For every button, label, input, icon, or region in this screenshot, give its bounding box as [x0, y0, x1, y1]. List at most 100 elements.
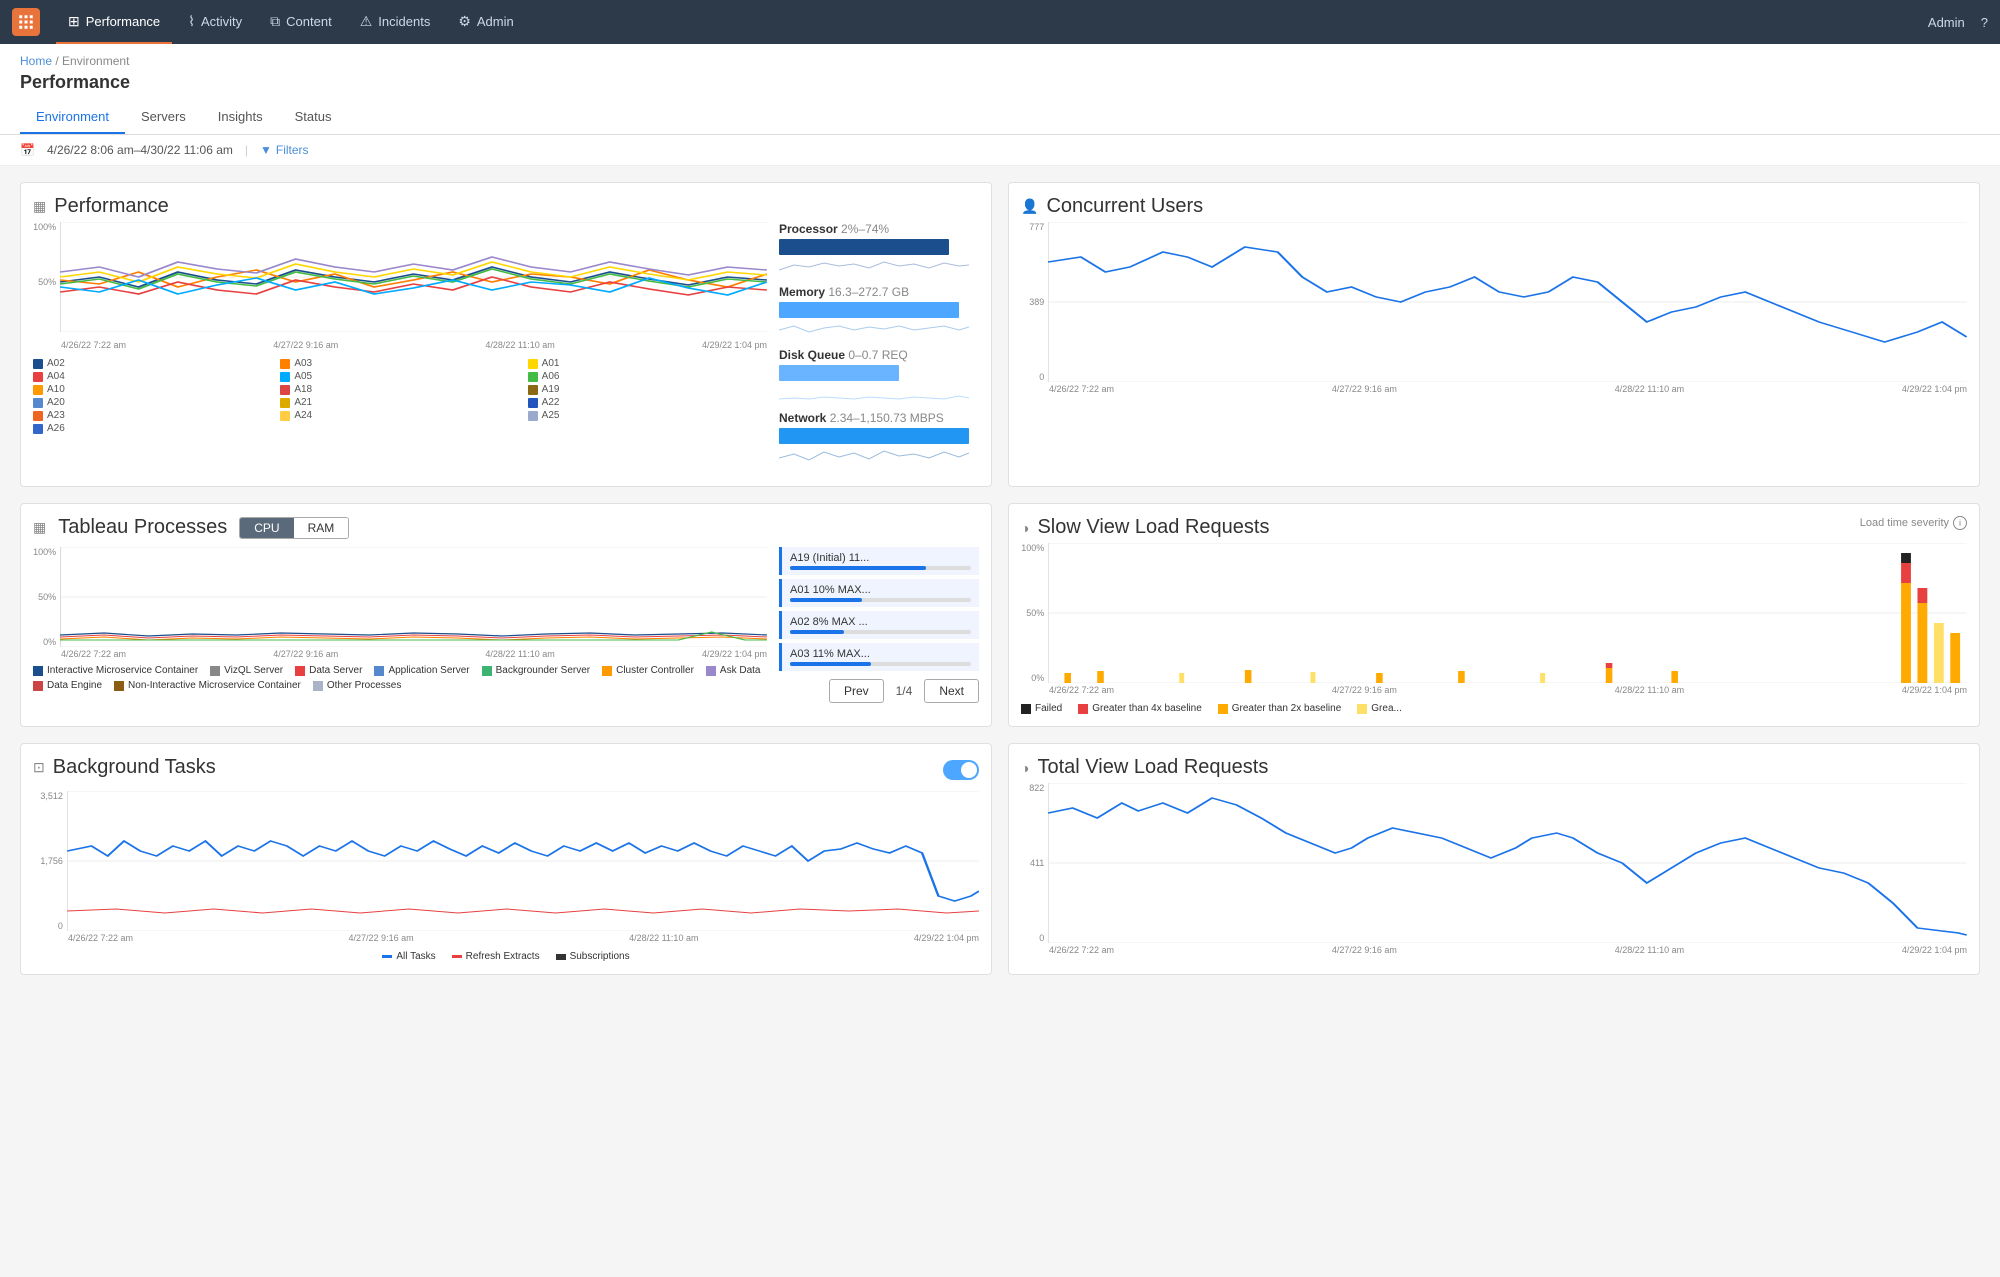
- tableau-processes-icon: ▦: [33, 519, 46, 536]
- nav-item-incidents[interactable]: ⚠ Incidents: [348, 0, 443, 44]
- filters-button[interactable]: ▼ Filters: [260, 143, 309, 157]
- help-icon[interactable]: ?: [1981, 15, 1988, 30]
- breadcrumb-home[interactable]: Home: [20, 54, 52, 68]
- admin-user-label[interactable]: Admin: [1928, 15, 1965, 30]
- slow-view-legend: Failed Greater than 4x baseline Greater …: [1021, 703, 1967, 714]
- tab-servers[interactable]: Servers: [125, 101, 202, 134]
- disk-metric: Disk Queue 0–0.7 REQ: [779, 348, 979, 401]
- filter-divider: |: [245, 143, 248, 157]
- nav-item-performance[interactable]: ⊞ Performance: [56, 0, 172, 44]
- total-view-svg: [1048, 783, 1967, 943]
- legend-item: A23: [33, 410, 272, 421]
- slow-view-load-card: ◑ Slow View Load Requests Load time seve…: [1008, 503, 1980, 727]
- slow-view-icon: ◑: [1021, 520, 1029, 536]
- date-range[interactable]: 4/26/22 8:06 am–4/30/22 11:06 am: [47, 143, 233, 157]
- tableau-processes-card: ▦ Tableau Processes CPU RAM 100% 50% 0%: [20, 503, 992, 727]
- process-list: A19 (Initial) 11... A01 10% MAX... A02 8…: [779, 547, 979, 703]
- breadcrumb: Home / Environment: [20, 54, 1980, 68]
- page-title: Performance: [20, 72, 1980, 93]
- background-tasks-card: ⊡ Background Tasks 3,512 1,756 0: [20, 743, 992, 975]
- legend-item: A25: [528, 410, 767, 421]
- memory-metric: Memory 16.3–272.7 GB: [779, 285, 979, 338]
- concurrent-card-title: 👤 Concurrent Users: [1021, 195, 1967, 218]
- activity-nav-icon: ⌇: [188, 13, 195, 30]
- concurrent-svg: [1048, 222, 1967, 382]
- nav-right: Admin ?: [1928, 15, 1988, 30]
- performance-inner: 100% 50%: [33, 222, 979, 474]
- legend-item: A20: [33, 397, 272, 408]
- bg-tasks-icon: ⊡: [33, 759, 45, 776]
- legend-item: A02: [33, 358, 272, 369]
- background-tasks-toggle[interactable]: [943, 760, 979, 780]
- list-item: A03 11% MAX...: [779, 643, 979, 671]
- process-legend: Interactive Microservice Container VizQL…: [33, 665, 767, 691]
- cpu-button[interactable]: CPU: [240, 518, 293, 538]
- legend-item: A05: [280, 371, 519, 382]
- concurrent-users-card: 👤 Concurrent Users 777 389 0 4/26/22 7:2…: [1008, 182, 1980, 487]
- legend-item: A26: [33, 423, 272, 434]
- legend-item: A22: [528, 397, 767, 408]
- background-tasks-header: ⊡ Background Tasks: [33, 756, 979, 783]
- content-nav-icon: ⧉: [270, 13, 280, 30]
- page-header: Home / Environment Performance Environme…: [0, 44, 2000, 135]
- performance-metrics-side: Processor 2%–74% Memory 16.3–272.7 GB Di…: [779, 222, 979, 474]
- performance-legend: A02 A03 A01 A04 A05 A06 A10 A18 A19 A20 …: [33, 358, 767, 434]
- tab-environment[interactable]: Environment: [20, 101, 125, 134]
- nav-items: ⊞ Performance ⌇ Activity ⧉ Content ⚠ Inc…: [56, 0, 1928, 44]
- slow-view-svg: [1048, 543, 1967, 683]
- filter-bar: 📅 4/26/22 8:06 am–4/30/22 11:06 am | ▼ F…: [0, 135, 2000, 166]
- legend-item: A01: [528, 358, 767, 369]
- performance-card: ▦ Performance 100% 50%: [20, 182, 992, 487]
- legend-item: A21: [280, 397, 519, 408]
- ram-button[interactable]: RAM: [294, 518, 349, 538]
- prev-button[interactable]: Prev: [829, 679, 884, 703]
- legend-item: A18: [280, 384, 519, 395]
- nav-item-activity[interactable]: ⌇ Activity: [176, 0, 254, 44]
- concurrent-icon: 👤: [1021, 198, 1038, 215]
- tableau-processes-header: ▦ Tableau Processes CPU RAM: [33, 516, 979, 539]
- legend-item: A19: [528, 384, 767, 395]
- pagination: Prev 1/4 Next: [779, 679, 979, 703]
- pagination-info: 1/4: [896, 684, 913, 698]
- legend-item: A10: [33, 384, 272, 395]
- next-button[interactable]: Next: [924, 679, 979, 703]
- performance-svg: [60, 222, 767, 332]
- filter-funnel-icon: ▼: [260, 143, 272, 157]
- list-item: A02 8% MAX ...: [779, 611, 979, 639]
- performance-card-title: ▦ Performance: [33, 195, 979, 218]
- tableau-chart-svg: [60, 547, 767, 647]
- total-view-card-title: ◑ Total View Load Requests: [1021, 756, 1967, 779]
- breadcrumb-section: Environment: [62, 54, 129, 68]
- performance-card-icon: ▦: [33, 198, 46, 215]
- page-tabs: Environment Servers Insights Status: [20, 101, 1980, 134]
- list-item: A19 (Initial) 11...: [779, 547, 979, 575]
- legend-item: A03: [280, 358, 519, 369]
- load-severity: Load time severity i: [1860, 516, 1967, 530]
- main-content: ▦ Performance 100% 50%: [0, 166, 2000, 991]
- list-item: A01 10% MAX...: [779, 579, 979, 607]
- tab-status[interactable]: Status: [279, 101, 348, 134]
- bg-tasks-legend: All Tasks Refresh Extracts Subscriptions: [33, 951, 979, 962]
- bg-tasks-svg: [67, 791, 979, 931]
- top-navigation: ⊞ Performance ⌇ Activity ⧉ Content ⚠ Inc…: [0, 0, 2000, 44]
- legend-item: A24: [280, 410, 519, 421]
- performance-nav-icon: ⊞: [68, 13, 80, 30]
- network-metric: Network 2.34–1,150.73 MBPS: [779, 411, 979, 464]
- total-view-load-card: ◑ Total View Load Requests 822 411 0 4/2…: [1008, 743, 1980, 975]
- nav-item-admin[interactable]: ⚙ Admin: [446, 0, 525, 44]
- incidents-nav-icon: ⚠: [360, 13, 373, 30]
- nav-item-content[interactable]: ⧉ Content: [258, 0, 344, 44]
- tableau-processes-chart: 100% 50% 0%: [33, 547, 767, 703]
- slow-view-header: ◑ Slow View Load Requests Load time seve…: [1021, 516, 1967, 543]
- admin-nav-icon: ⚙: [458, 13, 471, 30]
- tab-insights[interactable]: Insights: [202, 101, 279, 134]
- processor-metric: Processor 2%–74%: [779, 222, 979, 275]
- legend-item: A04: [33, 371, 272, 382]
- app-logo: [12, 8, 40, 36]
- info-icon[interactable]: i: [1953, 516, 1967, 530]
- calendar-icon: 📅: [20, 143, 35, 157]
- legend-item: A06: [528, 371, 767, 382]
- cpu-ram-toggle[interactable]: CPU RAM: [239, 517, 349, 539]
- performance-chart: 100% 50%: [33, 222, 767, 474]
- total-view-icon: ◑: [1021, 760, 1029, 776]
